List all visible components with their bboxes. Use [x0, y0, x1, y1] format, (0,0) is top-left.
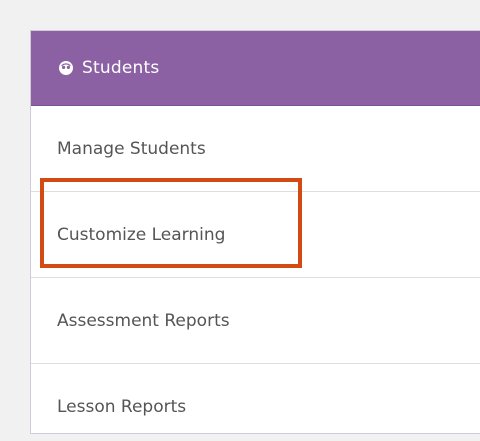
menu-item-customize-learning[interactable]: Customize Learning	[31, 192, 480, 278]
page: Students Manage Students Customize Learn…	[0, 0, 480, 441]
menu-item-assessment-reports[interactable]: Assessment Reports	[31, 278, 480, 364]
menu-item-manage-students[interactable]: Manage Students	[31, 106, 480, 192]
menu-item-lesson-reports[interactable]: Lesson Reports	[31, 364, 480, 441]
student-face-icon	[57, 60, 74, 77]
students-panel-header[interactable]: Students	[31, 31, 480, 106]
students-panel-title: Students	[82, 58, 160, 78]
students-panel: Students Manage Students Customize Learn…	[30, 30, 480, 434]
